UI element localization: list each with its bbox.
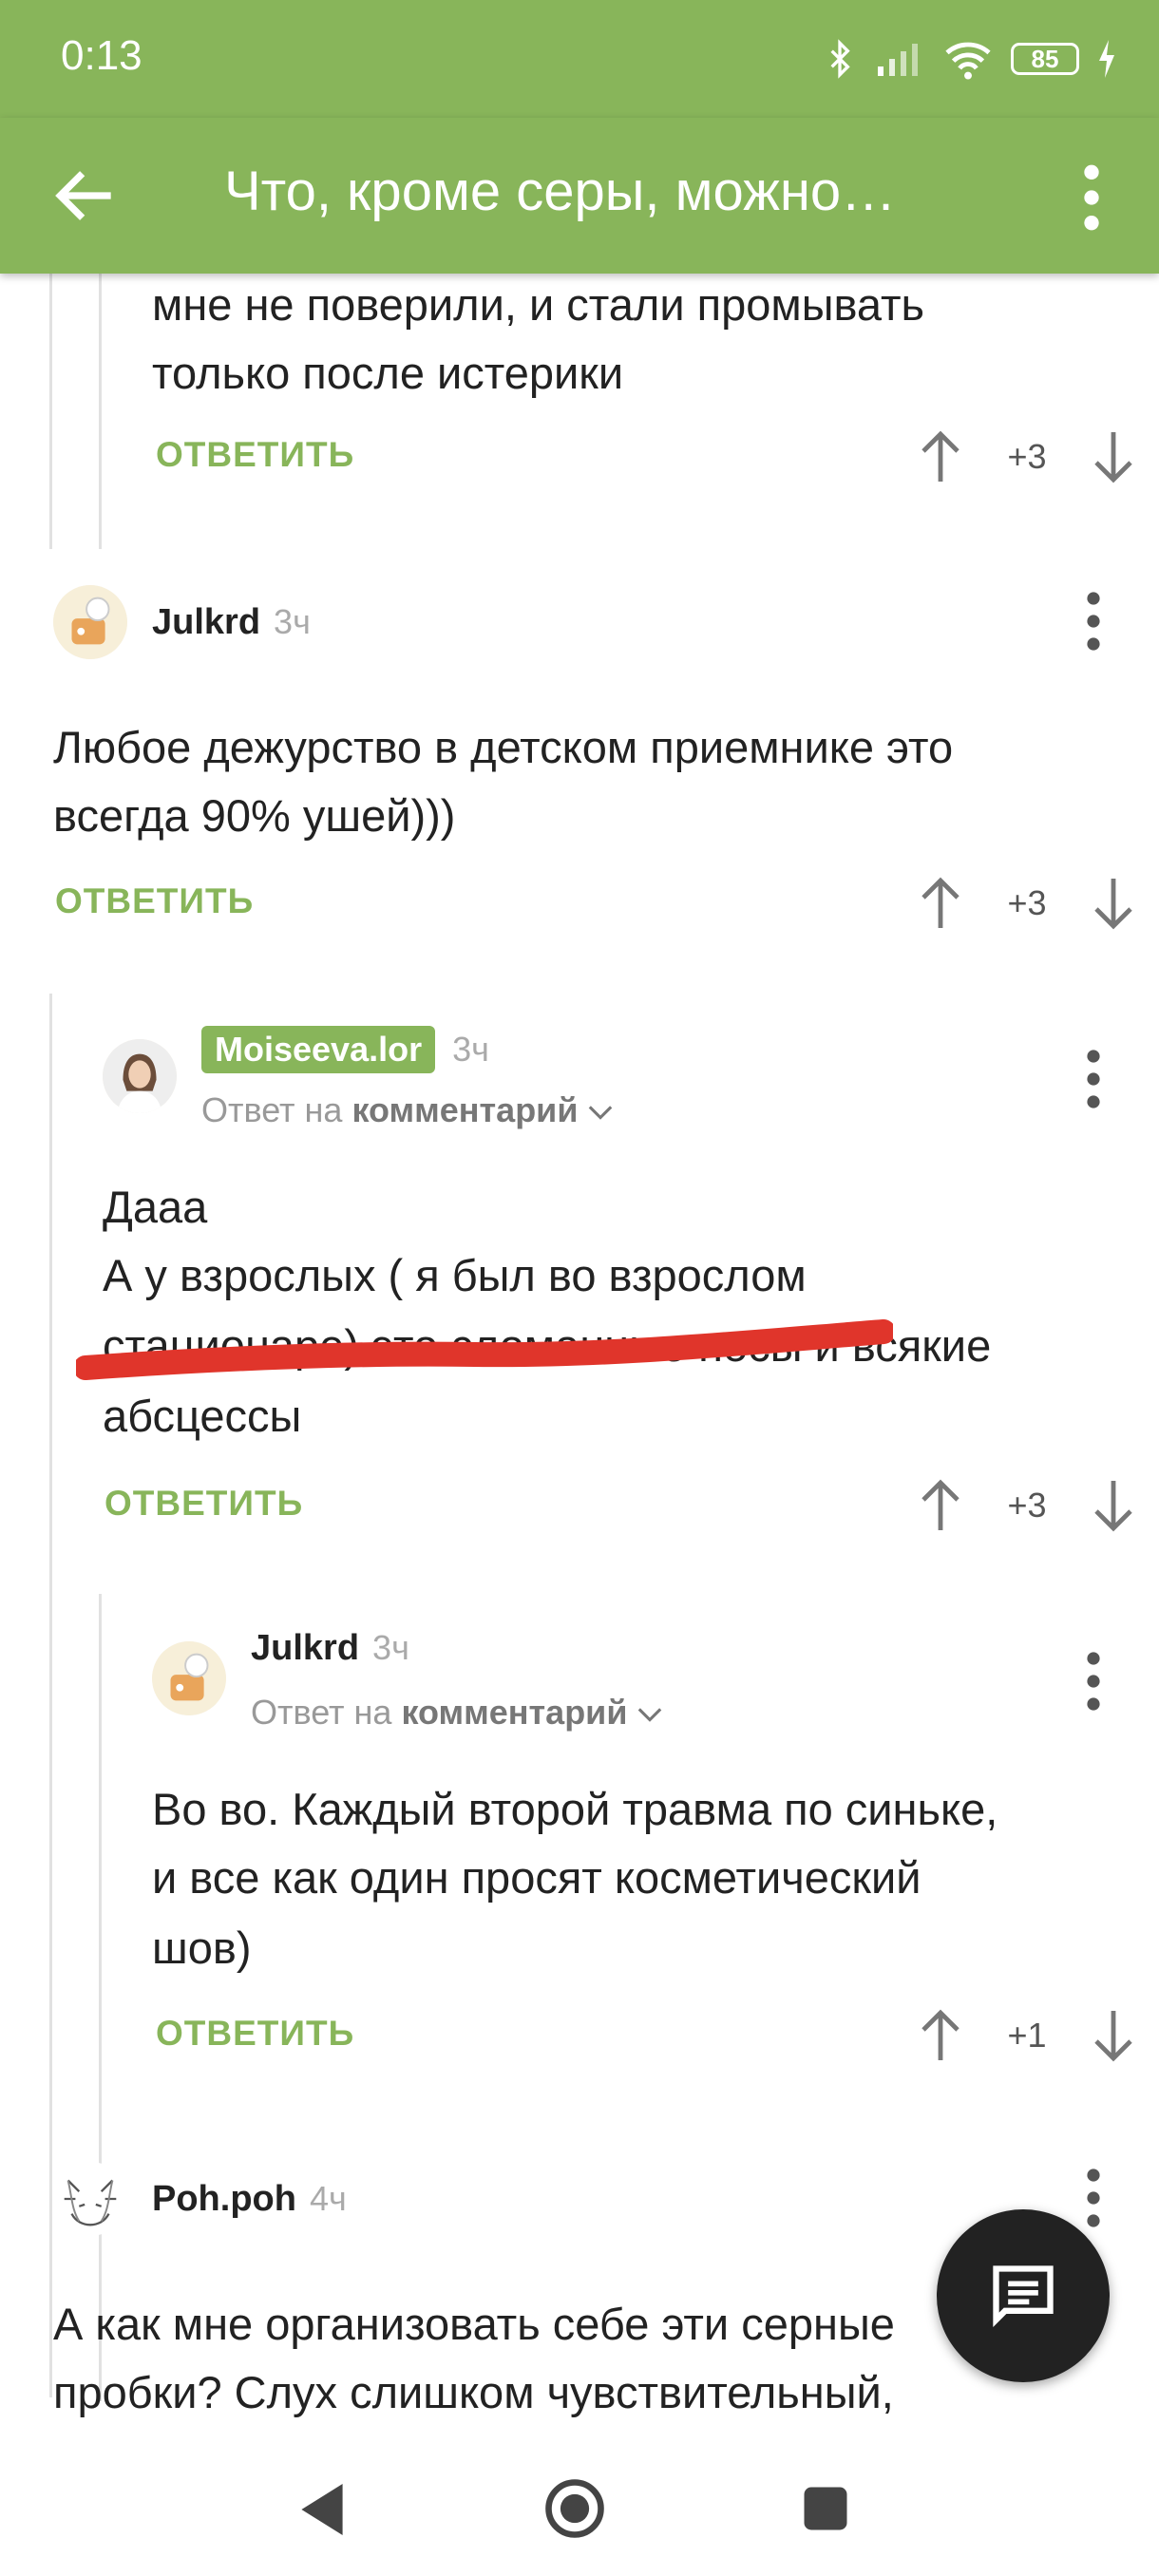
reply-button[interactable]: ОТВЕТИТЬ (104, 1484, 303, 1524)
vote-controls: +1 (918, 2002, 1136, 2069)
comment-time: 3ч (274, 602, 311, 641)
reply-to[interactable]: Ответ на комментарий (251, 1693, 663, 1733)
comment-header: Julkrd 3ч (53, 585, 311, 659)
arrow-down-icon[interactable] (1091, 875, 1136, 932)
comment-time: 4ч (309, 2179, 347, 2218)
reply-to-prefix: Ответ на (201, 1090, 343, 1129)
nav-recents-icon[interactable] (802, 2485, 849, 2532)
comment-more-icon[interactable] (1079, 2160, 1108, 2236)
reply-button[interactable]: ОТВЕТИТЬ (156, 2014, 354, 2054)
thread-line (49, 994, 52, 2397)
bluetooth-icon (830, 39, 850, 79)
charging-icon (1099, 40, 1114, 78)
comment-text: только после истерики (152, 348, 624, 398)
vote-controls: +3 (918, 424, 1136, 490)
comment-score: +3 (1007, 883, 1047, 922)
avatar-image (53, 585, 127, 659)
page-title: Что, кроме серы, можно… (224, 161, 897, 222)
comment-more-icon[interactable] (1079, 583, 1108, 659)
system-nav-bar (0, 2439, 1159, 2576)
red-scribble (76, 1319, 893, 1380)
comment-text: А у взрослых ( я был во взрослом (103, 1250, 807, 1300)
comment-text: и все как один просят косметический (152, 1852, 922, 1903)
nav-back-icon[interactable] (296, 2481, 348, 2538)
status-icons: 85 (821, 32, 1117, 85)
reply-button[interactable]: ОТВЕТИТЬ (55, 881, 254, 921)
avatar-image (152, 1641, 226, 1715)
more-vert-icon[interactable] (1058, 160, 1125, 236)
avatar-image (103, 1039, 177, 1113)
vote-controls: +3 (918, 870, 1136, 937)
comment-text: пробки? Слух слишком чувствительный, (53, 2367, 894, 2417)
arrow-up-icon[interactable] (918, 875, 963, 932)
reply-to-target: комментарий (352, 1090, 579, 1129)
comment-text: мне не поверили, и стали промывать (152, 279, 925, 330)
battery-level: 85 (1011, 43, 1079, 75)
author-name[interactable]: Julkrd (152, 602, 260, 643)
avatar-image (64, 2179, 117, 2226)
comment-text: Во во. Каждый второй травма по синьке, (152, 1784, 998, 1834)
author-name[interactable]: Julkrd (251, 1628, 359, 1669)
avatar[interactable] (53, 585, 127, 659)
avatar[interactable] (103, 1039, 177, 1113)
signal-icon (878, 44, 918, 76)
chevron-down-icon (638, 1708, 662, 1722)
arrow-down-icon[interactable] (1091, 428, 1136, 485)
nav-home-icon[interactable] (543, 2477, 606, 2540)
back-arrow-icon[interactable] (48, 158, 124, 234)
comment-text: абсцессы (103, 1391, 302, 1441)
arrow-up-icon[interactable] (918, 1477, 963, 1534)
author-name[interactable]: Moiseeva.lor (201, 1026, 436, 1073)
author-name[interactable]: Poh.poh (152, 2179, 296, 2220)
comment-time: 3ч (452, 1030, 489, 1069)
vote-controls: +3 (918, 1472, 1136, 1539)
comment-text: шов) (152, 1923, 252, 1973)
arrow-down-icon[interactable] (1091, 2007, 1136, 2064)
reply-to-target: комментарий (401, 1693, 628, 1732)
comments-list[interactable]: мне не поверили, и стали промывать тольк… (0, 274, 1159, 2439)
thread-line (49, 274, 52, 549)
reply-button[interactable]: ОТВЕТИТЬ (156, 435, 354, 475)
thread-line (99, 1594, 102, 2401)
avatar[interactable] (152, 1641, 226, 1715)
arrow-up-icon[interactable] (918, 428, 963, 485)
comment-text: Любое дежурство в детском приемнике это (53, 722, 954, 772)
comment-header: Poh.poh 4ч (53, 2162, 347, 2236)
comment-header: Julkrd 3ч (251, 1615, 409, 1681)
comment-time: 3ч (372, 1628, 409, 1667)
arrow-up-icon[interactable] (918, 2007, 963, 2064)
comment-icon (993, 2265, 1054, 2327)
thread-line (99, 274, 102, 549)
comment-text: всегда 90% ушей))) (53, 790, 456, 841)
new-comment-button[interactable] (937, 2209, 1110, 2382)
arrow-down-icon[interactable] (1091, 1477, 1136, 1534)
reply-to[interactable]: Ответ на комментарий (201, 1090, 614, 1130)
wifi-icon (945, 42, 991, 80)
avatar[interactable] (53, 2162, 127, 2236)
comment-text: Дааа (103, 1182, 208, 1232)
reply-to-prefix: Ответ на (251, 1693, 392, 1732)
comment-score: +1 (1007, 2016, 1047, 2055)
comment-header: Moiseeva.lor 3ч (201, 1016, 489, 1083)
comment-more-icon[interactable] (1079, 1041, 1108, 1117)
app-bar: Что, кроме серы, можно… (0, 118, 1159, 274)
comment-text: А как мне организовать себе эти серные (53, 2299, 895, 2349)
comment-score: +3 (1007, 1486, 1047, 1525)
status-bar: 0:13 85 (0, 0, 1159, 118)
comment-more-icon[interactable] (1079, 1643, 1108, 1719)
chevron-down-icon (589, 1106, 613, 1120)
status-time: 0:13 (61, 32, 142, 79)
comment-score: +3 (1007, 437, 1047, 476)
